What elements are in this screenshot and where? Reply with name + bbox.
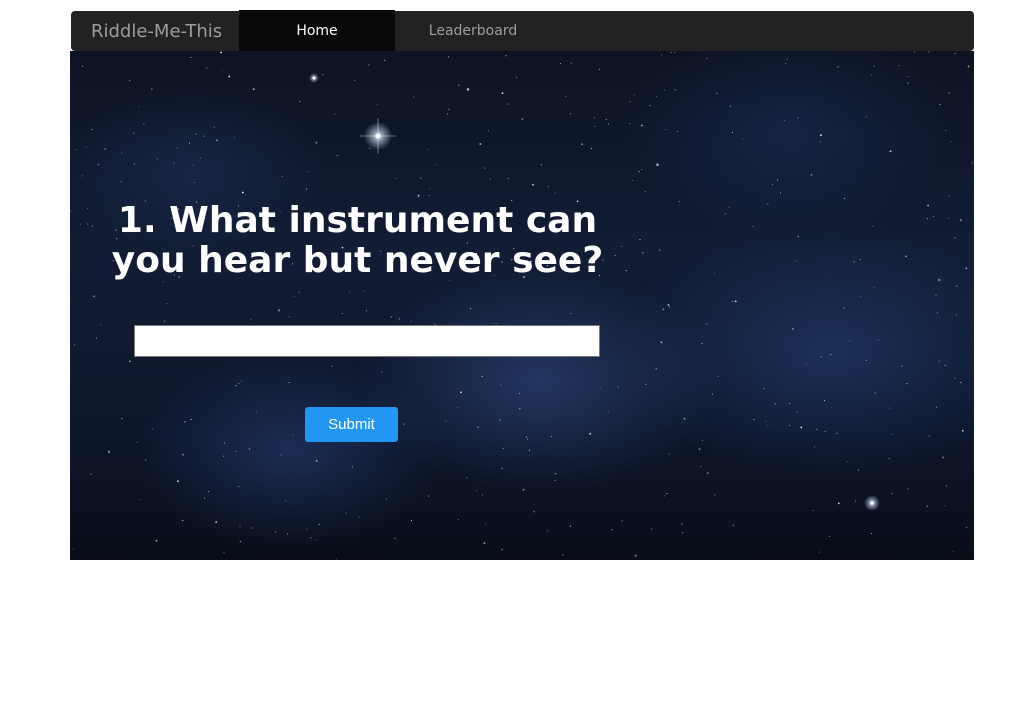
- brand-link[interactable]: Riddle-Me-This: [71, 11, 239, 51]
- riddle-form: 1. What instrument can you hear but neve…: [100, 200, 615, 442]
- nav-link-leaderboard[interactable]: Leaderboard: [395, 11, 551, 51]
- starfield-background: [70, 51, 974, 560]
- nav-links: Home Leaderboard: [239, 10, 551, 51]
- starfield-hero: 1. What instrument can you hear but neve…: [70, 51, 974, 560]
- riddle-question: 1. What instrument can you hear but neve…: [111, 200, 604, 281]
- answer-input[interactable]: [134, 325, 600, 357]
- top-navbar: Riddle-Me-This Home Leaderboard: [71, 10, 974, 51]
- submit-button[interactable]: Submit: [305, 407, 398, 442]
- nav-link-home[interactable]: Home: [239, 10, 395, 51]
